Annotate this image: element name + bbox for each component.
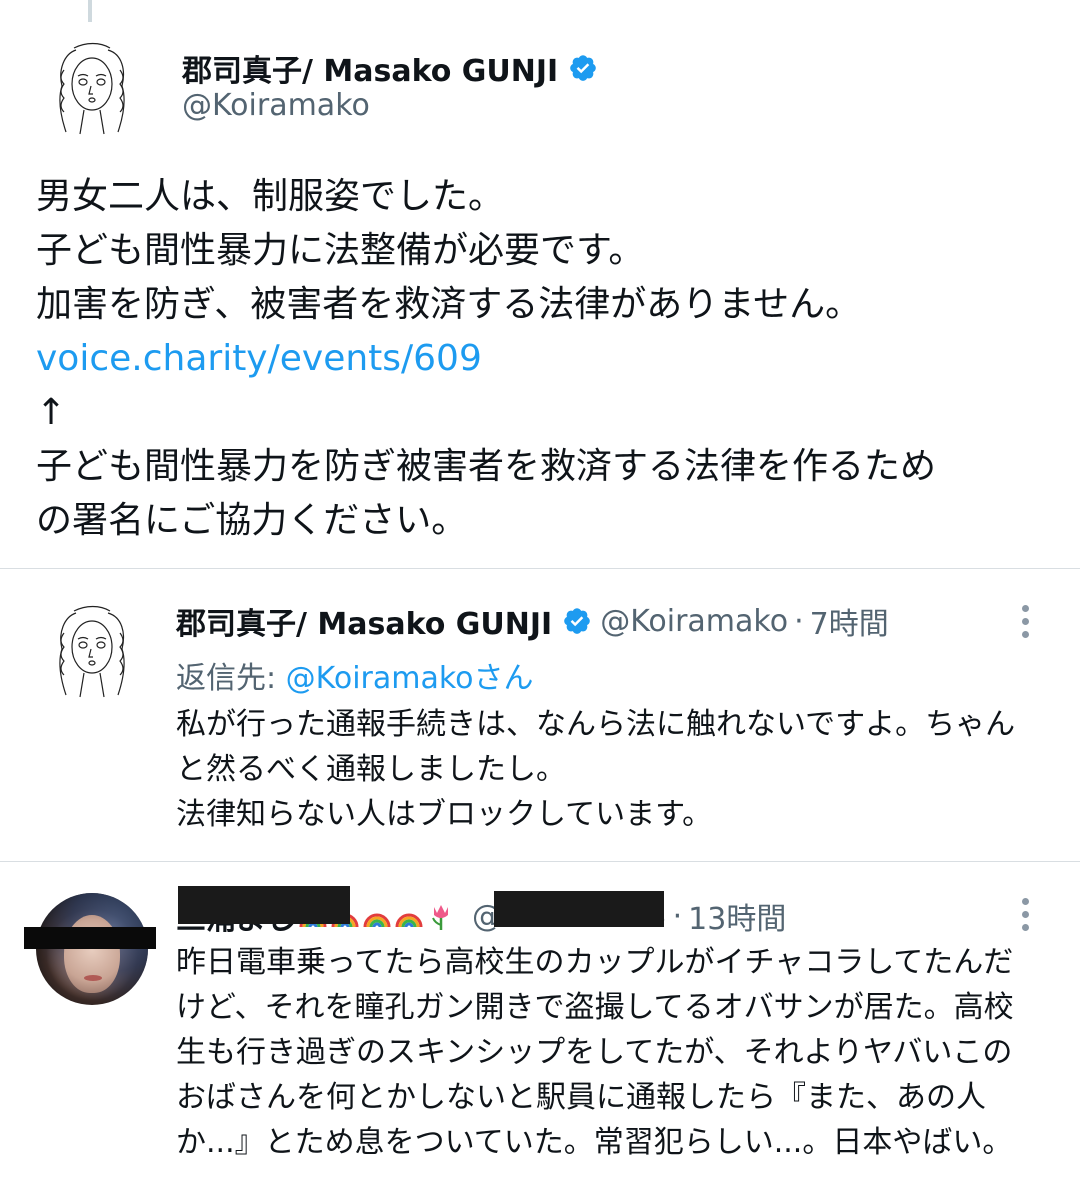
reply-tweet[interactable]: 郡司真子/ Masako GUNJI @Koiramako · 7時間 返信先:…: [0, 569, 1080, 861]
censor-bar: [494, 891, 664, 927]
tweet-line: 子ども間性暴力を防ぎ被害者を救済する法律を作るため: [36, 446, 937, 487]
reply-author-avatar[interactable]: [46, 603, 138, 699]
reply-line: 昨日電車乗ってたら高校生のカップルがイチャコラしてたんだ: [176, 945, 1014, 980]
author-name-row: 郡司真子/ Masako GUNJI: [182, 46, 598, 90]
reply-timestamp[interactable]: 7時間: [810, 599, 889, 643]
reply-line: か...』とため息をついていた。常習犯らしい...。日本やばい。: [176, 1125, 1013, 1160]
separator: ·: [794, 603, 804, 639]
more-options-icon[interactable]: [1010, 894, 1040, 934]
replying-to-mention[interactable]: @Koiramakoさん: [286, 661, 534, 696]
reply-text: 私が行った通報手続きは、なんら法に触れないですよ。ちゃん と然るべく通報しました…: [176, 702, 1056, 837]
tweet-text: 男女二人は、制服姿でした。 子ども間性暴力に法整備が必要です。 加害を防ぎ、被害…: [36, 170, 1046, 548]
reply-line: と然るべく通報しましたし。: [176, 752, 566, 787]
verified-badge-icon: [564, 608, 591, 634]
reply-timestamp[interactable]: 13時間: [688, 894, 786, 938]
separator: ·: [672, 898, 683, 934]
replying-to-label: 返信先:: [176, 661, 286, 696]
tweet-line: 子ども間性暴力に法整備が必要です。: [36, 230, 645, 271]
reply-author-avatar[interactable]: [36, 893, 148, 1005]
reply-line: 私が行った通報手続きは、なんら法に触れないですよ。ちゃん: [176, 707, 1016, 742]
main-tweet: 郡司真子/ Masako GUNJI @Koiramako 男女二人は、制服姿で…: [0, 0, 1080, 568]
author-avatar[interactable]: [46, 40, 138, 136]
reply-line: けど、それを瞳孔ガン開きで盗撮してるオバサンが居た。高校: [176, 990, 1014, 1025]
more-options-icon[interactable]: [1010, 601, 1040, 641]
censor-bar: [24, 927, 156, 949]
reply-line: 法律知らない人はブロックしています。: [176, 797, 713, 832]
author-name[interactable]: 郡司真子/ Masako GUNJI: [182, 46, 558, 90]
reply-text: 昨日電車乗ってたら高校生のカップルがイチャコラしてたんだ けど、それを瞳孔ガン開…: [176, 940, 1056, 1165]
author-handle[interactable]: @Koiramako: [182, 88, 370, 123]
tweet-line: の署名にご協力ください。: [36, 500, 468, 541]
reply-header: 郡司真子/ Masako GUNJI @Koiramako · 7時間: [176, 599, 889, 643]
reply-line: 生も行き過ぎのスキンシップをしてたが、それよりヤバいこの: [176, 1035, 1013, 1070]
tulip-icon: [432, 905, 448, 930]
verified-badge-icon: [570, 55, 597, 81]
tweet-link[interactable]: voice.charity/events/609: [36, 332, 1046, 386]
replying-to: 返信先: @Koiramakoさん: [176, 653, 534, 697]
tweet-line: 男女二人は、制服姿でした。: [36, 176, 505, 217]
reply-author-name[interactable]: 郡司真子/ Masako GUNJI: [176, 599, 552, 643]
tweet-line: 加害を防ぎ、被害者を救済する法律がありません。: [36, 284, 862, 325]
rainbow-icon: [395, 913, 423, 928]
tweet-arrow: ↑: [36, 392, 67, 433]
censor-bar: [178, 886, 350, 924]
reply-line: おばさんを何とかしないと駅員に通報したら『また、あの人: [176, 1080, 986, 1115]
reply-author-handle[interactable]: @Koiramako: [600, 604, 788, 639]
rainbow-icon: [363, 913, 391, 928]
